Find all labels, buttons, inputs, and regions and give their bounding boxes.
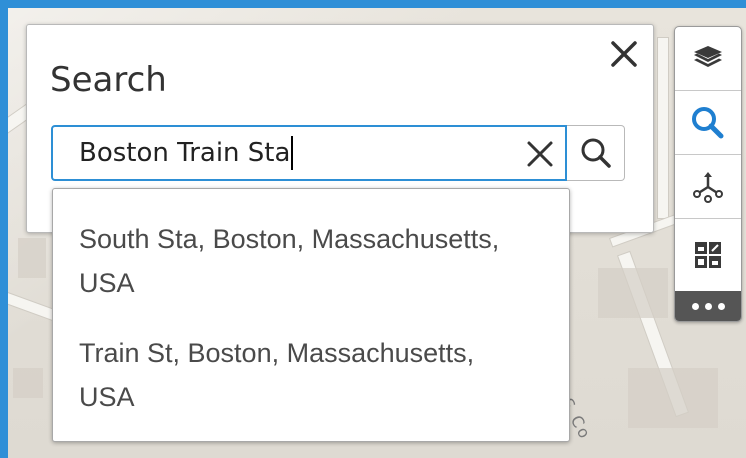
suggestion-item[interactable]: Train St, Boston, Massachusetts, USA <box>79 331 549 419</box>
map-block <box>13 368 43 398</box>
more-icon <box>704 302 712 310</box>
map-road <box>658 38 668 218</box>
search-row: Boston Train Sta <box>51 125 627 181</box>
text-caret <box>291 136 294 170</box>
more-icon <box>717 302 725 310</box>
search-button[interactable] <box>567 125 625 181</box>
more-icon <box>691 302 699 310</box>
panel-title: Search <box>50 60 167 100</box>
suggestion-item[interactable]: South Sta, Boston, Massachusetts, USA <box>79 217 549 305</box>
close-icon <box>611 41 637 67</box>
map-block <box>628 368 718 428</box>
map-block <box>18 238 46 278</box>
layers-icon <box>694 45 722 67</box>
clear-search-button[interactable] <box>521 135 559 173</box>
search-widget-button[interactable] <box>675 91 741 155</box>
suggestion-line: Train St, Boston, Massachusetts, <box>79 338 475 368</box>
search-input-value: Boston Train Sta <box>79 138 291 168</box>
measure-button[interactable] <box>675 155 741 219</box>
suggestions-dropdown: South Sta, Boston, Massachusetts, USA Tr… <box>52 188 570 442</box>
map-block <box>598 268 668 318</box>
layers-button[interactable] <box>675 27 741 91</box>
clear-icon <box>527 141 553 167</box>
more-button[interactable] <box>675 291 741 321</box>
suggestion-line: USA <box>79 268 135 298</box>
close-panel-button[interactable] <box>607 37 641 71</box>
app-frame: US Co Search Boston Train Sta South Sta,… <box>0 0 746 458</box>
measure-icon <box>693 171 723 203</box>
search-input[interactable]: Boston Train Sta <box>51 125 567 181</box>
suggestion-line: USA <box>79 382 135 412</box>
basemap-gallery-button[interactable] <box>675 219 741 291</box>
widget-toolbar <box>674 26 742 322</box>
search-icon <box>581 138 611 168</box>
search-icon <box>692 106 724 138</box>
suggestion-line: South Sta, Boston, Massachusetts, <box>79 224 500 254</box>
basemap-gallery-icon <box>695 242 721 268</box>
